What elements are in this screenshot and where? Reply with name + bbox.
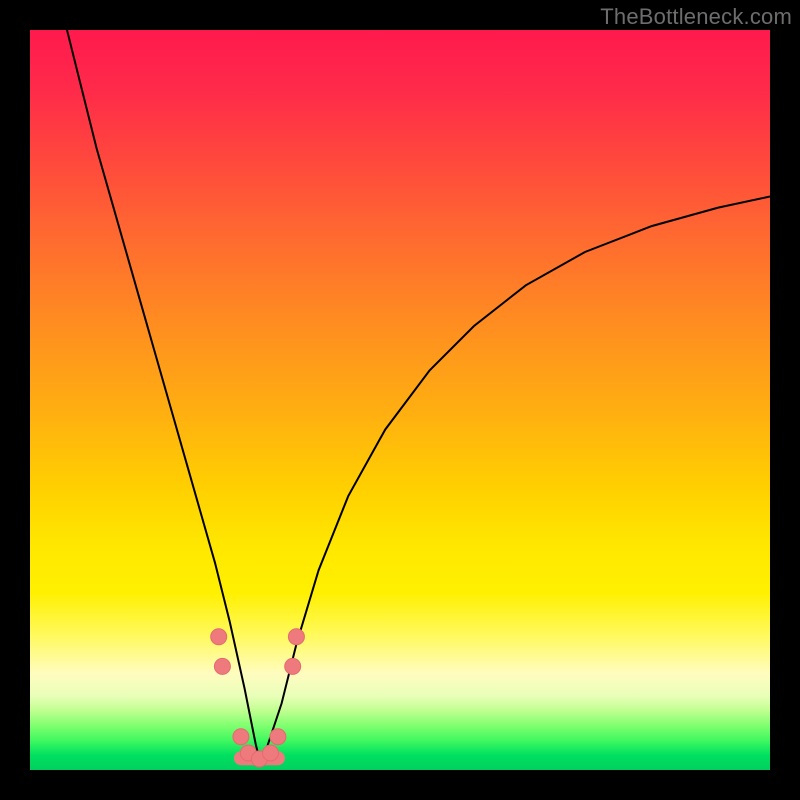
trough-marker-dot [270,729,286,745]
bottleneck-curve-right [259,197,770,759]
plot-area [30,30,770,770]
watermark-text: TheBottleneck.com [600,4,792,30]
trough-marker-dot [211,629,227,645]
trough-marker-dot [263,745,279,761]
bottleneck-curve-left [67,30,259,759]
chart-frame: TheBottleneck.com [0,0,800,800]
trough-marker-dots [211,629,305,767]
trough-marker-dot [288,629,304,645]
trough-marker-dot [214,658,230,674]
trough-marker-dot [285,658,301,674]
trough-marker-dot [233,729,249,745]
chart-svg [30,30,770,770]
